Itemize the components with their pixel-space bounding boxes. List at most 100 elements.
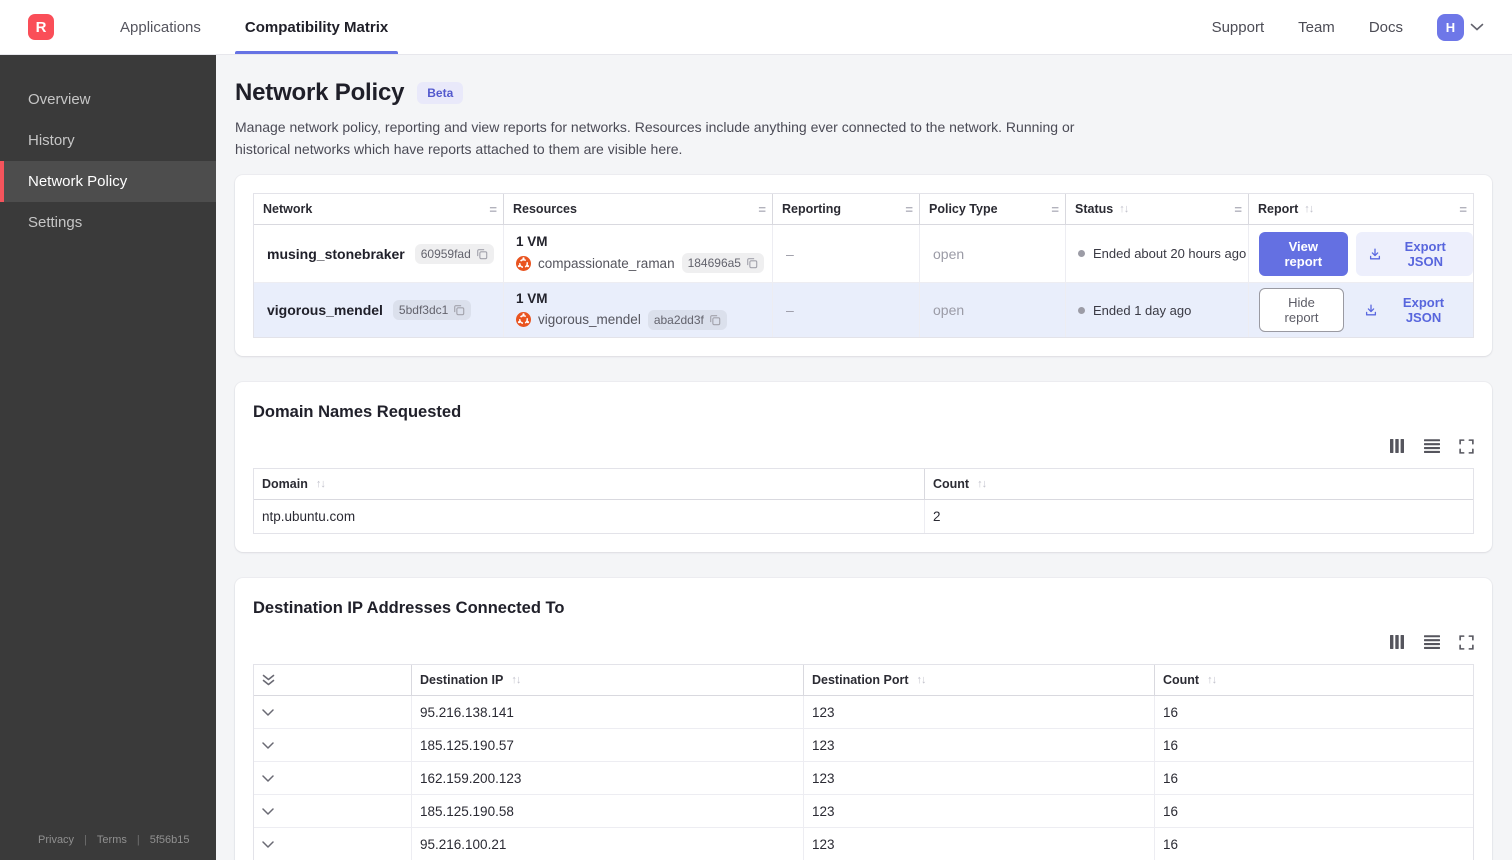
row-expand-icon[interactable] bbox=[262, 841, 274, 849]
reporting-value: – bbox=[773, 283, 920, 338]
column-resize-handle[interactable]: = bbox=[758, 202, 766, 217]
status-text: Ended about 20 hours ago bbox=[1093, 246, 1247, 262]
resource-summary: 1 VM bbox=[516, 290, 548, 306]
card-title: Destination IP Addresses Connected To bbox=[253, 599, 565, 618]
nav-link-docs[interactable]: Docs bbox=[1369, 19, 1403, 36]
destination-port-value: 123 bbox=[804, 762, 1155, 795]
expand-all-icon[interactable] bbox=[262, 674, 275, 686]
expand-fullscreen-icon[interactable] bbox=[1459, 635, 1474, 650]
privacy-link[interactable]: Privacy bbox=[38, 834, 74, 846]
beta-badge: Beta bbox=[417, 82, 464, 104]
row-density-icon[interactable] bbox=[1424, 438, 1440, 454]
main-content: Network Policy Beta Manage network polic… bbox=[216, 55, 1512, 860]
column-header-destination-ip[interactable]: Destination IP ↑↓ bbox=[412, 665, 804, 696]
sort-icon[interactable]: ↑↓ bbox=[1304, 203, 1314, 215]
expand-fullscreen-icon[interactable] bbox=[1459, 439, 1474, 454]
sort-icon[interactable]: ↑↓ bbox=[977, 478, 987, 490]
column-label: Resources bbox=[513, 202, 577, 217]
columns-icon[interactable] bbox=[1389, 634, 1405, 650]
copy-icon[interactable] bbox=[476, 248, 488, 260]
destination-table-row: 185.125.190.57 123 16 bbox=[254, 729, 1473, 763]
column-label: Count bbox=[1163, 673, 1200, 688]
column-header-network[interactable]: Network = bbox=[254, 194, 504, 225]
column-resize-handle[interactable]: = bbox=[1051, 202, 1059, 217]
export-json-button[interactable]: Export JSON bbox=[1355, 231, 1473, 276]
domains-table-header: Domain ↑↓ Count ↑↓ bbox=[254, 469, 1473, 501]
network-name: musing_stonebraker bbox=[267, 245, 405, 262]
destination-table-row: 185.125.190.58 123 16 bbox=[254, 795, 1473, 829]
view-report-button[interactable]: View report bbox=[1259, 231, 1348, 276]
networks-table-header: Network = Resources = Reporting = Policy… bbox=[254, 194, 1473, 226]
sidebar-item-history[interactable]: History bbox=[0, 120, 216, 161]
page-title: Network Policy bbox=[235, 79, 405, 106]
column-header-count[interactable]: Count ↑↓ bbox=[1155, 665, 1473, 695]
column-header-destination-port[interactable]: Destination Port ↑↓ bbox=[804, 665, 1155, 696]
resource-name[interactable]: vigorous_mendel bbox=[538, 312, 641, 327]
column-label: Report bbox=[1258, 202, 1299, 217]
policy-type-value: open bbox=[920, 283, 1066, 338]
destination-port-value: 123 bbox=[804, 696, 1155, 729]
status-dot bbox=[1078, 306, 1085, 314]
row-density-icon[interactable] bbox=[1424, 634, 1440, 650]
ubuntu-icon bbox=[516, 255, 531, 271]
chevron-down-icon bbox=[1470, 23, 1484, 31]
export-json-label: Export JSON bbox=[1402, 295, 1445, 326]
export-json-button[interactable]: Export JSON bbox=[1352, 288, 1473, 332]
domain-table-row: ntp.ubuntu.com 2 bbox=[254, 500, 1473, 534]
user-menu[interactable]: H bbox=[1437, 13, 1484, 41]
network-id-pill: 5bdf3dc1 bbox=[392, 300, 472, 321]
sidebar-item-settings[interactable]: Settings bbox=[0, 202, 216, 243]
sidebar-item-overview[interactable]: Overview bbox=[0, 79, 216, 120]
column-header-status[interactable]: Status ↑↓ = bbox=[1066, 194, 1249, 225]
terms-link[interactable]: Terms bbox=[97, 834, 127, 846]
destination-ip-value: 185.125.190.57 bbox=[412, 729, 804, 762]
column-label: Network bbox=[263, 202, 313, 217]
download-icon bbox=[1368, 247, 1382, 261]
column-label: Destination IP bbox=[420, 673, 504, 688]
copy-icon[interactable] bbox=[746, 257, 758, 269]
tab-compatibility-matrix[interactable]: Compatibility Matrix bbox=[234, 0, 399, 54]
row-expand-icon[interactable] bbox=[262, 808, 274, 815]
column-resize-handle[interactable]: = bbox=[1459, 202, 1467, 217]
column-header-reporting[interactable]: Reporting = bbox=[773, 194, 920, 225]
resource-id-pill: 184696a5 bbox=[681, 253, 764, 274]
row-expand-icon[interactable] bbox=[262, 775, 274, 782]
column-header-resources[interactable]: Resources = bbox=[504, 194, 773, 225]
columns-icon[interactable] bbox=[1389, 438, 1405, 454]
hide-report-button[interactable]: Hide report bbox=[1259, 288, 1345, 333]
copy-icon[interactable] bbox=[709, 314, 721, 326]
row-expand-icon[interactable] bbox=[262, 742, 274, 749]
sort-icon[interactable]: ↑↓ bbox=[1119, 203, 1129, 215]
nav-link-team[interactable]: Team bbox=[1298, 19, 1335, 36]
row-expand-icon[interactable] bbox=[262, 709, 274, 716]
column-resize-handle[interactable]: = bbox=[489, 202, 497, 217]
sidebar-item-network-policy[interactable]: Network Policy bbox=[0, 161, 216, 202]
destination-table-row: 95.216.138.141 123 16 bbox=[254, 696, 1473, 730]
column-header-domain[interactable]: Domain ↑↓ bbox=[254, 469, 925, 500]
tab-applications[interactable]: Applications bbox=[116, 0, 205, 54]
copy-icon[interactable] bbox=[453, 304, 465, 316]
domain-value: ntp.ubuntu.com bbox=[254, 500, 925, 534]
network-name: vigorous_mendel bbox=[267, 302, 383, 319]
destination-port-value: 123 bbox=[804, 729, 1155, 762]
column-label: Domain bbox=[262, 477, 308, 492]
app-logo[interactable]: R bbox=[28, 14, 54, 40]
count-value: 16 bbox=[1163, 837, 1179, 853]
nav-link-support[interactable]: Support bbox=[1212, 19, 1265, 36]
sort-icon[interactable]: ↑↓ bbox=[511, 674, 521, 686]
column-resize-handle[interactable]: = bbox=[905, 202, 913, 217]
sort-icon[interactable]: ↑↓ bbox=[1207, 674, 1217, 686]
column-header-policy-type[interactable]: Policy Type = bbox=[920, 194, 1066, 225]
sort-icon[interactable]: ↑↓ bbox=[316, 478, 326, 490]
network-table-row: musing_stonebraker 60959fad 1 VM compass… bbox=[254, 225, 1473, 284]
destination-ip-value: 162.159.200.123 bbox=[412, 762, 804, 795]
top-navigation: R Applications Compatibility Matrix Supp… bbox=[0, 0, 1512, 55]
user-avatar[interactable]: H bbox=[1437, 13, 1464, 41]
column-header-report[interactable]: Report ↑↓ = bbox=[1249, 194, 1473, 224]
sort-icon[interactable]: ↑↓ bbox=[917, 674, 927, 686]
column-header-count[interactable]: Count ↑↓ bbox=[925, 469, 1473, 499]
count-value: 16 bbox=[1163, 803, 1179, 819]
resource-summary: 1 VM bbox=[516, 234, 548, 250]
column-resize-handle[interactable]: = bbox=[1234, 202, 1242, 217]
resource-name[interactable]: compassionate_raman bbox=[538, 256, 675, 271]
